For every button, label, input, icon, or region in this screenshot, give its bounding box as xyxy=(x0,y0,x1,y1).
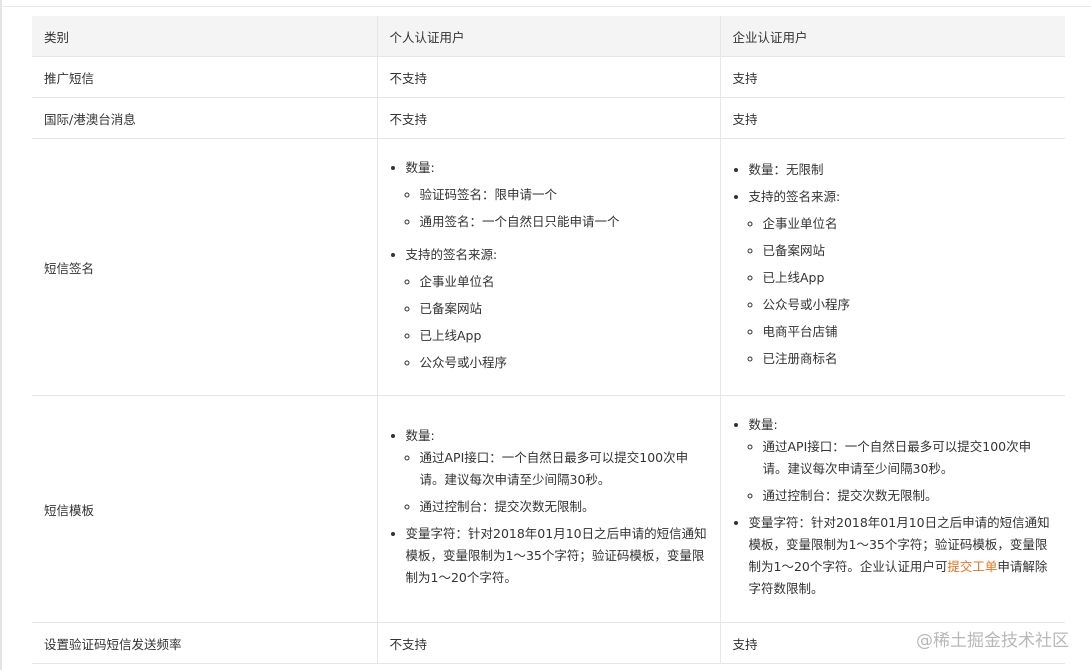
list-item: 公众号或小程序 xyxy=(420,349,708,376)
bullet-list: 数量: 通过API接口：一个自然日最多可以提交100次申请。建议每次申请至少间隔… xyxy=(733,414,1054,600)
comparison-table: 类别 个人认证用户 企业认证用户 推广短信 不支持 支持 国际/港澳台消息 不支… xyxy=(32,16,1065,664)
enterprise-cell: 数量：无限制 支持的签名来源: 企事业单位名 已备案网站 已上线App 公众号或… xyxy=(720,138,1065,396)
personal-cell: 数量: 验证码签名：限申请一个 通用签名：一个自然日只能申请一个 支持的签名来源… xyxy=(377,138,721,396)
sub-list: 通过API接口：一个自然日最多可以提交100次申请。建议每次申请至少间隔30秒。… xyxy=(749,436,1054,507)
list-item: 已备案网站 xyxy=(420,295,708,322)
list-item: 变量字符：针对2018年01月10日之后申请的短信通知模板，变量限制为1～35个… xyxy=(406,523,708,589)
list-item: 数量: 通过API接口：一个自然日最多可以提交100次申请。建议每次申请至少间隔… xyxy=(749,414,1054,507)
list-item: 企事业单位名 xyxy=(763,210,1054,237)
header-enterprise: 企业认证用户 xyxy=(720,16,1065,57)
left-scroll-edge xyxy=(0,0,2,670)
list-item: 通用签名：一个自然日只能申请一个 xyxy=(420,208,708,235)
watermark: @稀土掘金技术社区 xyxy=(916,631,1069,651)
list-item: 已上线App xyxy=(763,264,1054,291)
enterprise-cell: 支持 xyxy=(720,97,1065,139)
list-item: 已上线App xyxy=(420,322,708,349)
sub-list: 通过API接口：一个自然日最多可以提交100次申请。建议每次申请至少间隔30秒。… xyxy=(406,447,708,518)
submit-ticket-link[interactable]: 提交工单 xyxy=(947,559,997,574)
table-row: 国际/港澳台消息 不支持 支持 xyxy=(32,97,1065,139)
category-cell: 设置验证码短信发送频率 xyxy=(32,622,378,664)
list-item: 变量字符：针对2018年01月10日之后申请的短信通知模板，变量限制为1～35个… xyxy=(749,512,1054,600)
quantity-label: 数量: xyxy=(748,417,778,432)
header-personal: 个人认证用户 xyxy=(377,16,721,57)
table-row: 推广短信 不支持 支持 xyxy=(32,56,1065,98)
personal-cell: 不支持 xyxy=(377,622,721,664)
list-item: 数量: 验证码签名：限申请一个 通用签名：一个自然日只能申请一个 xyxy=(406,154,708,235)
list-item: 电商平台店铺 xyxy=(763,318,1054,345)
personal-cell: 数量: 通过API接口：一个自然日最多可以提交100次申请。建议每次申请至少间隔… xyxy=(377,395,721,623)
sub-list: 验证码签名：限申请一个 通用签名：一个自然日只能申请一个 xyxy=(406,181,708,235)
list-item: 数量: 通过API接口：一个自然日最多可以提交100次申请。建议每次申请至少间隔… xyxy=(406,425,708,518)
list-item: 支持的签名来源: 企事业单位名 已备案网站 已上线App 公众号或小程序 xyxy=(406,241,708,376)
list-item: 公众号或小程序 xyxy=(763,291,1054,318)
personal-cell: 不支持 xyxy=(377,97,721,139)
list-item: 数量：无限制 xyxy=(749,156,1054,183)
list-item: 通过API接口：一个自然日最多可以提交100次申请。建议每次申请至少间隔30秒。 xyxy=(763,436,1054,480)
table-row: 短信签名 数量: 验证码签名：限申请一个 通用签名：一个自然日只能申请一个 支持… xyxy=(32,138,1065,396)
top-divider xyxy=(0,6,1091,7)
list-item: 通过API接口：一个自然日最多可以提交100次申请。建议每次申请至少间隔30秒。 xyxy=(420,447,708,491)
list-item: 通过控制台：提交次数无限制。 xyxy=(763,485,1054,507)
list-item: 已备案网站 xyxy=(763,237,1054,264)
sources-label: 支持的签名来源: xyxy=(405,247,498,262)
enterprise-cell: 支持 xyxy=(720,56,1065,98)
sources-label: 支持的签名来源: xyxy=(748,189,841,204)
category-cell: 短信模板 xyxy=(32,395,378,623)
category-cell: 国际/港澳台消息 xyxy=(32,97,378,139)
quantity-label: 数量: xyxy=(405,160,435,175)
bullet-list: 数量: 验证码签名：限申请一个 通用签名：一个自然日只能申请一个 支持的签名来源… xyxy=(390,154,708,376)
category-cell: 推广短信 xyxy=(32,56,378,98)
table-row: 设置验证码短信发送频率 不支持 支持 xyxy=(32,622,1065,664)
list-item: 支持的签名来源: 企事业单位名 已备案网站 已上线App 公众号或小程序 电商平… xyxy=(749,183,1054,372)
table-row: 短信模板 数量: 通过API接口：一个自然日最多可以提交100次申请。建议每次申… xyxy=(32,395,1065,623)
sub-list: 企事业单位名 已备案网站 已上线App 公众号或小程序 电商平台店铺 已注册商标… xyxy=(749,210,1054,372)
quantity-label: 数量: xyxy=(405,428,435,443)
list-item: 企事业单位名 xyxy=(420,268,708,295)
list-item: 验证码签名：限申请一个 xyxy=(420,181,708,208)
bullet-list: 数量: 通过API接口：一个自然日最多可以提交100次申请。建议每次申请至少间隔… xyxy=(390,425,708,589)
sub-list: 企事业单位名 已备案网站 已上线App 公众号或小程序 xyxy=(406,268,708,376)
table-header-row: 类别 个人认证用户 企业认证用户 xyxy=(32,16,1065,57)
personal-cell: 不支持 xyxy=(377,56,721,98)
list-item: 已注册商标名 xyxy=(763,345,1054,372)
enterprise-cell: 数量: 通过API接口：一个自然日最多可以提交100次申请。建议每次申请至少间隔… xyxy=(720,395,1065,623)
bullet-list: 数量：无限制 支持的签名来源: 企事业单位名 已备案网站 已上线App 公众号或… xyxy=(733,156,1054,372)
list-item: 通过控制台：提交次数无限制。 xyxy=(420,496,708,518)
category-cell: 短信签名 xyxy=(32,138,378,396)
header-category: 类别 xyxy=(32,16,378,57)
